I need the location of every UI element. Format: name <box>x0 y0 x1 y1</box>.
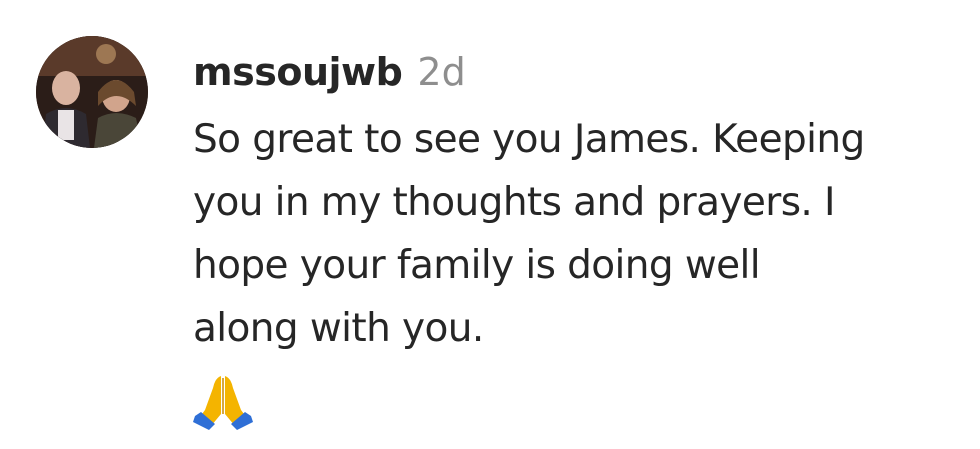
folded-hands-icon <box>193 370 253 430</box>
avatar-photo-icon <box>36 36 148 148</box>
comment-text-line: you in my thoughts and prayers. I <box>193 180 836 225</box>
comment-emoji-line <box>193 370 973 434</box>
comment-meta: mssoujwb 2d <box>193 42 973 102</box>
comment-text-line: hope your family is doing well <box>193 243 761 288</box>
comment: mssoujwb 2d So great to see you James. K… <box>0 0 980 449</box>
timestamp-link[interactable]: 2d <box>417 50 465 94</box>
avatar[interactable] <box>36 36 148 148</box>
username-link[interactable]: mssoujwb <box>193 50 403 94</box>
comment-text-line: So great to see you James. Keeping <box>193 117 865 162</box>
comment-text: So great to see you James. Keeping you i… <box>193 108 973 360</box>
comment-body: mssoujwb 2d So great to see you James. K… <box>193 42 973 434</box>
comment-text-line: along with you. <box>193 306 484 351</box>
